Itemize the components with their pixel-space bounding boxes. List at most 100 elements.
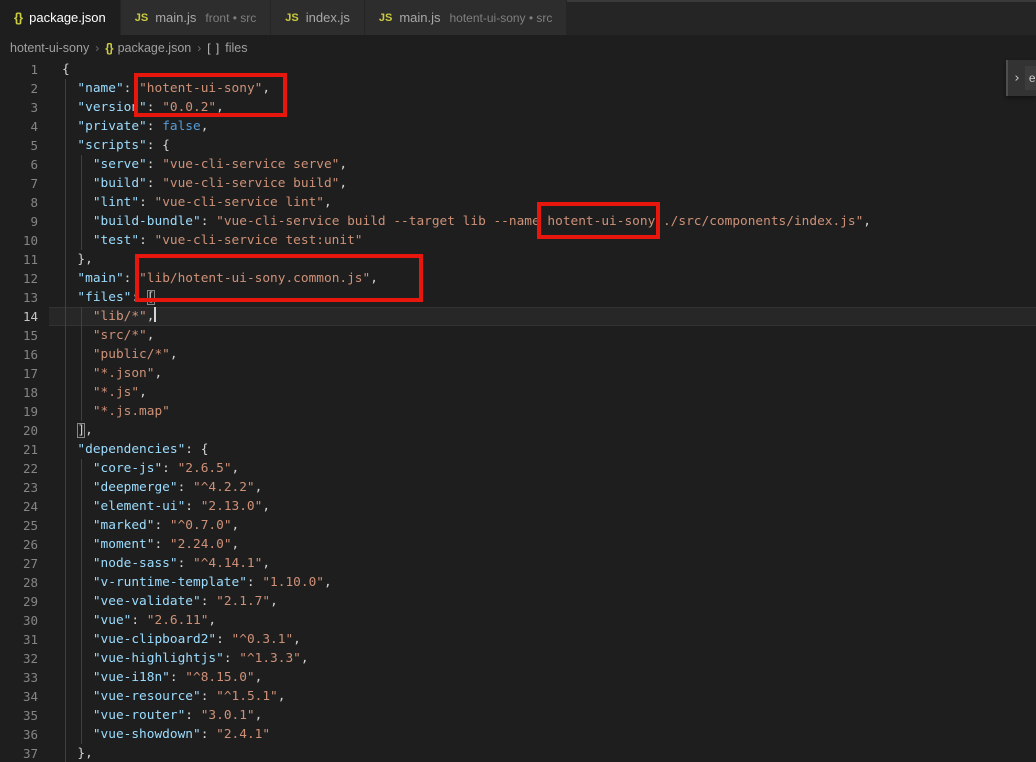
line-number[interactable]: 36 — [0, 725, 38, 744]
code-line[interactable]: 9 "build-bundle": "vue-cli-service build… — [0, 212, 1036, 231]
indent-guide — [65, 250, 66, 269]
breadcrumb: hotent-ui-sony › {} package.json › [ ] f… — [0, 35, 1036, 60]
indent-guide — [65, 649, 66, 668]
breadcrumb-folder[interactable]: hotent-ui-sony — [10, 41, 89, 55]
code-line[interactable]: 2 "name": "hotent-ui-sony", — [0, 79, 1036, 98]
line-number[interactable]: 11 — [0, 250, 38, 269]
code-token: "3.0.1" — [201, 708, 255, 723]
line-number[interactable]: 33 — [0, 668, 38, 687]
line-number[interactable]: 24 — [0, 497, 38, 516]
code-line[interactable]: 16 "public/*", — [0, 345, 1036, 364]
line-number[interactable]: 35 — [0, 706, 38, 725]
code-line[interactable]: 3 "version": "0.0.2", — [0, 98, 1036, 117]
code-line[interactable]: 31 "vue-clipboard2": "^0.3.1", — [0, 630, 1036, 649]
line-number[interactable]: 3 — [0, 98, 38, 117]
code-token: "lib/hotent-ui-sony.common.js" — [139, 271, 370, 286]
code-token: , — [324, 575, 332, 590]
code-line[interactable]: 36 "vue-showdown": "2.4.1" — [0, 725, 1036, 744]
code-line[interactable]: 32 "vue-highlightjs": "^1.3.3", — [0, 649, 1036, 668]
line-number[interactable]: 9 — [0, 212, 38, 231]
line-number[interactable]: 4 — [0, 117, 38, 136]
code-token: : — [178, 480, 193, 495]
code-line[interactable]: 14 "lib/*", — [0, 307, 1036, 326]
tab-main-js-front[interactable]: JS main.js front • src — [121, 0, 272, 35]
line-number[interactable]: 18 — [0, 383, 38, 402]
code-line[interactable]: 12 "main": "lib/hotent-ui-sony.common.js… — [0, 269, 1036, 288]
code-line[interactable]: 8 "lint": "vue-cli-service lint", — [0, 193, 1036, 212]
line-number[interactable]: 26 — [0, 535, 38, 554]
find-input[interactable]: e — [1025, 66, 1036, 90]
breadcrumb-file[interactable]: {} package.json — [105, 41, 191, 55]
code-line[interactable]: 22 "core-js": "2.6.5", — [0, 459, 1036, 478]
line-number[interactable]: 13 — [0, 288, 38, 307]
tab-package-json[interactable]: {} package.json — [0, 0, 121, 35]
line-number[interactable]: 17 — [0, 364, 38, 383]
line-number[interactable]: 7 — [0, 174, 38, 193]
line-number[interactable]: 23 — [0, 478, 38, 497]
line-number[interactable]: 34 — [0, 687, 38, 706]
code-line[interactable]: 37 }, — [0, 744, 1036, 762]
editor[interactable]: 1{2 "name": "hotent-ui-sony",3 "version"… — [0, 60, 1036, 762]
code-token: "version" — [77, 100, 146, 115]
code-line[interactable]: 35 "vue-router": "3.0.1", — [0, 706, 1036, 725]
code-line[interactable]: 10 "test": "vue-cli-service test:unit" — [0, 231, 1036, 250]
code-line[interactable]: 30 "vue": "2.6.11", — [0, 611, 1036, 630]
line-number[interactable]: 28 — [0, 573, 38, 592]
code-line[interactable]: 19 "*.js.map" — [0, 402, 1036, 421]
line-number[interactable]: 15 — [0, 326, 38, 345]
indent-guide — [81, 630, 82, 649]
code-line[interactable]: 6 "serve": "vue-cli-service serve", — [0, 155, 1036, 174]
code-line[interactable]: 33 "vue-i18n": "^8.15.0", — [0, 668, 1036, 687]
code-line[interactable]: 21 "dependencies": { — [0, 440, 1036, 459]
code-line[interactable]: 20 ], — [0, 421, 1036, 440]
code-token: "vue-cli-service test:unit" — [154, 233, 362, 248]
breadcrumb-symbol-files[interactable]: [ ] files — [207, 41, 247, 55]
code-line[interactable]: 18 "*.js", — [0, 383, 1036, 402]
line-number[interactable]: 6 — [0, 155, 38, 174]
line-number[interactable]: 37 — [0, 744, 38, 762]
indent-guide — [65, 459, 66, 478]
code-line[interactable]: 34 "vue-resource": "^1.5.1", — [0, 687, 1036, 706]
line-number[interactable]: 1 — [0, 60, 38, 79]
line-number[interactable]: 30 — [0, 611, 38, 630]
line-number[interactable]: 25 — [0, 516, 38, 535]
code-token: : — [124, 271, 139, 286]
code-line[interactable]: 5 "scripts": { — [0, 136, 1036, 155]
code-token: "^1.3.3" — [239, 651, 301, 666]
code-line[interactable]: 7 "build": "vue-cli-service build", — [0, 174, 1036, 193]
line-number[interactable]: 10 — [0, 231, 38, 250]
code-line[interactable]: 29 "vee-validate": "2.1.7", — [0, 592, 1036, 611]
tab-main-js-hotent[interactable]: JS main.js hotent-ui-sony • src — [365, 0, 568, 35]
code-line[interactable]: 13 "files": [ — [0, 288, 1036, 307]
line-number[interactable]: 29 — [0, 592, 38, 611]
line-number[interactable]: 14 — [0, 307, 38, 326]
line-number[interactable]: 27 — [0, 554, 38, 573]
line-number[interactable]: 20 — [0, 421, 38, 440]
code-line[interactable]: 15 "src/*", — [0, 326, 1036, 345]
code-line[interactable]: 11 }, — [0, 250, 1036, 269]
chevron-right-icon[interactable]: › — [1008, 71, 1025, 86]
code-line[interactable]: 26 "moment": "2.24.0", — [0, 535, 1036, 554]
code-line[interactable]: 17 "*.json", — [0, 364, 1036, 383]
code-line[interactable]: 27 "node-sass": "^4.14.1", — [0, 554, 1036, 573]
line-number[interactable]: 5 — [0, 136, 38, 155]
line-number[interactable]: 22 — [0, 459, 38, 478]
line-number[interactable]: 12 — [0, 269, 38, 288]
line-number[interactable]: 19 — [0, 402, 38, 421]
indent-guide — [65, 554, 66, 573]
indent-guide — [65, 174, 66, 193]
tab-index-js[interactable]: JS index.js — [271, 0, 365, 35]
line-number[interactable]: 8 — [0, 193, 38, 212]
line-number[interactable]: 32 — [0, 649, 38, 668]
line-number[interactable]: 2 — [0, 79, 38, 98]
code-line[interactable]: 1{ — [0, 60, 1036, 79]
code-line[interactable]: 25 "marked": "^0.7.0", — [0, 516, 1036, 535]
code-line[interactable]: 24 "element-ui": "2.13.0", — [0, 497, 1036, 516]
code-line[interactable]: 28 "v-runtime-template": "1.10.0", — [0, 573, 1036, 592]
line-number[interactable]: 31 — [0, 630, 38, 649]
line-number[interactable]: 16 — [0, 345, 38, 364]
code-line[interactable]: 4 "private": false, — [0, 117, 1036, 136]
line-number[interactable]: 21 — [0, 440, 38, 459]
code-line[interactable]: 23 "deepmerge": "^4.2.2", — [0, 478, 1036, 497]
code-token: "src/*" — [93, 328, 147, 343]
